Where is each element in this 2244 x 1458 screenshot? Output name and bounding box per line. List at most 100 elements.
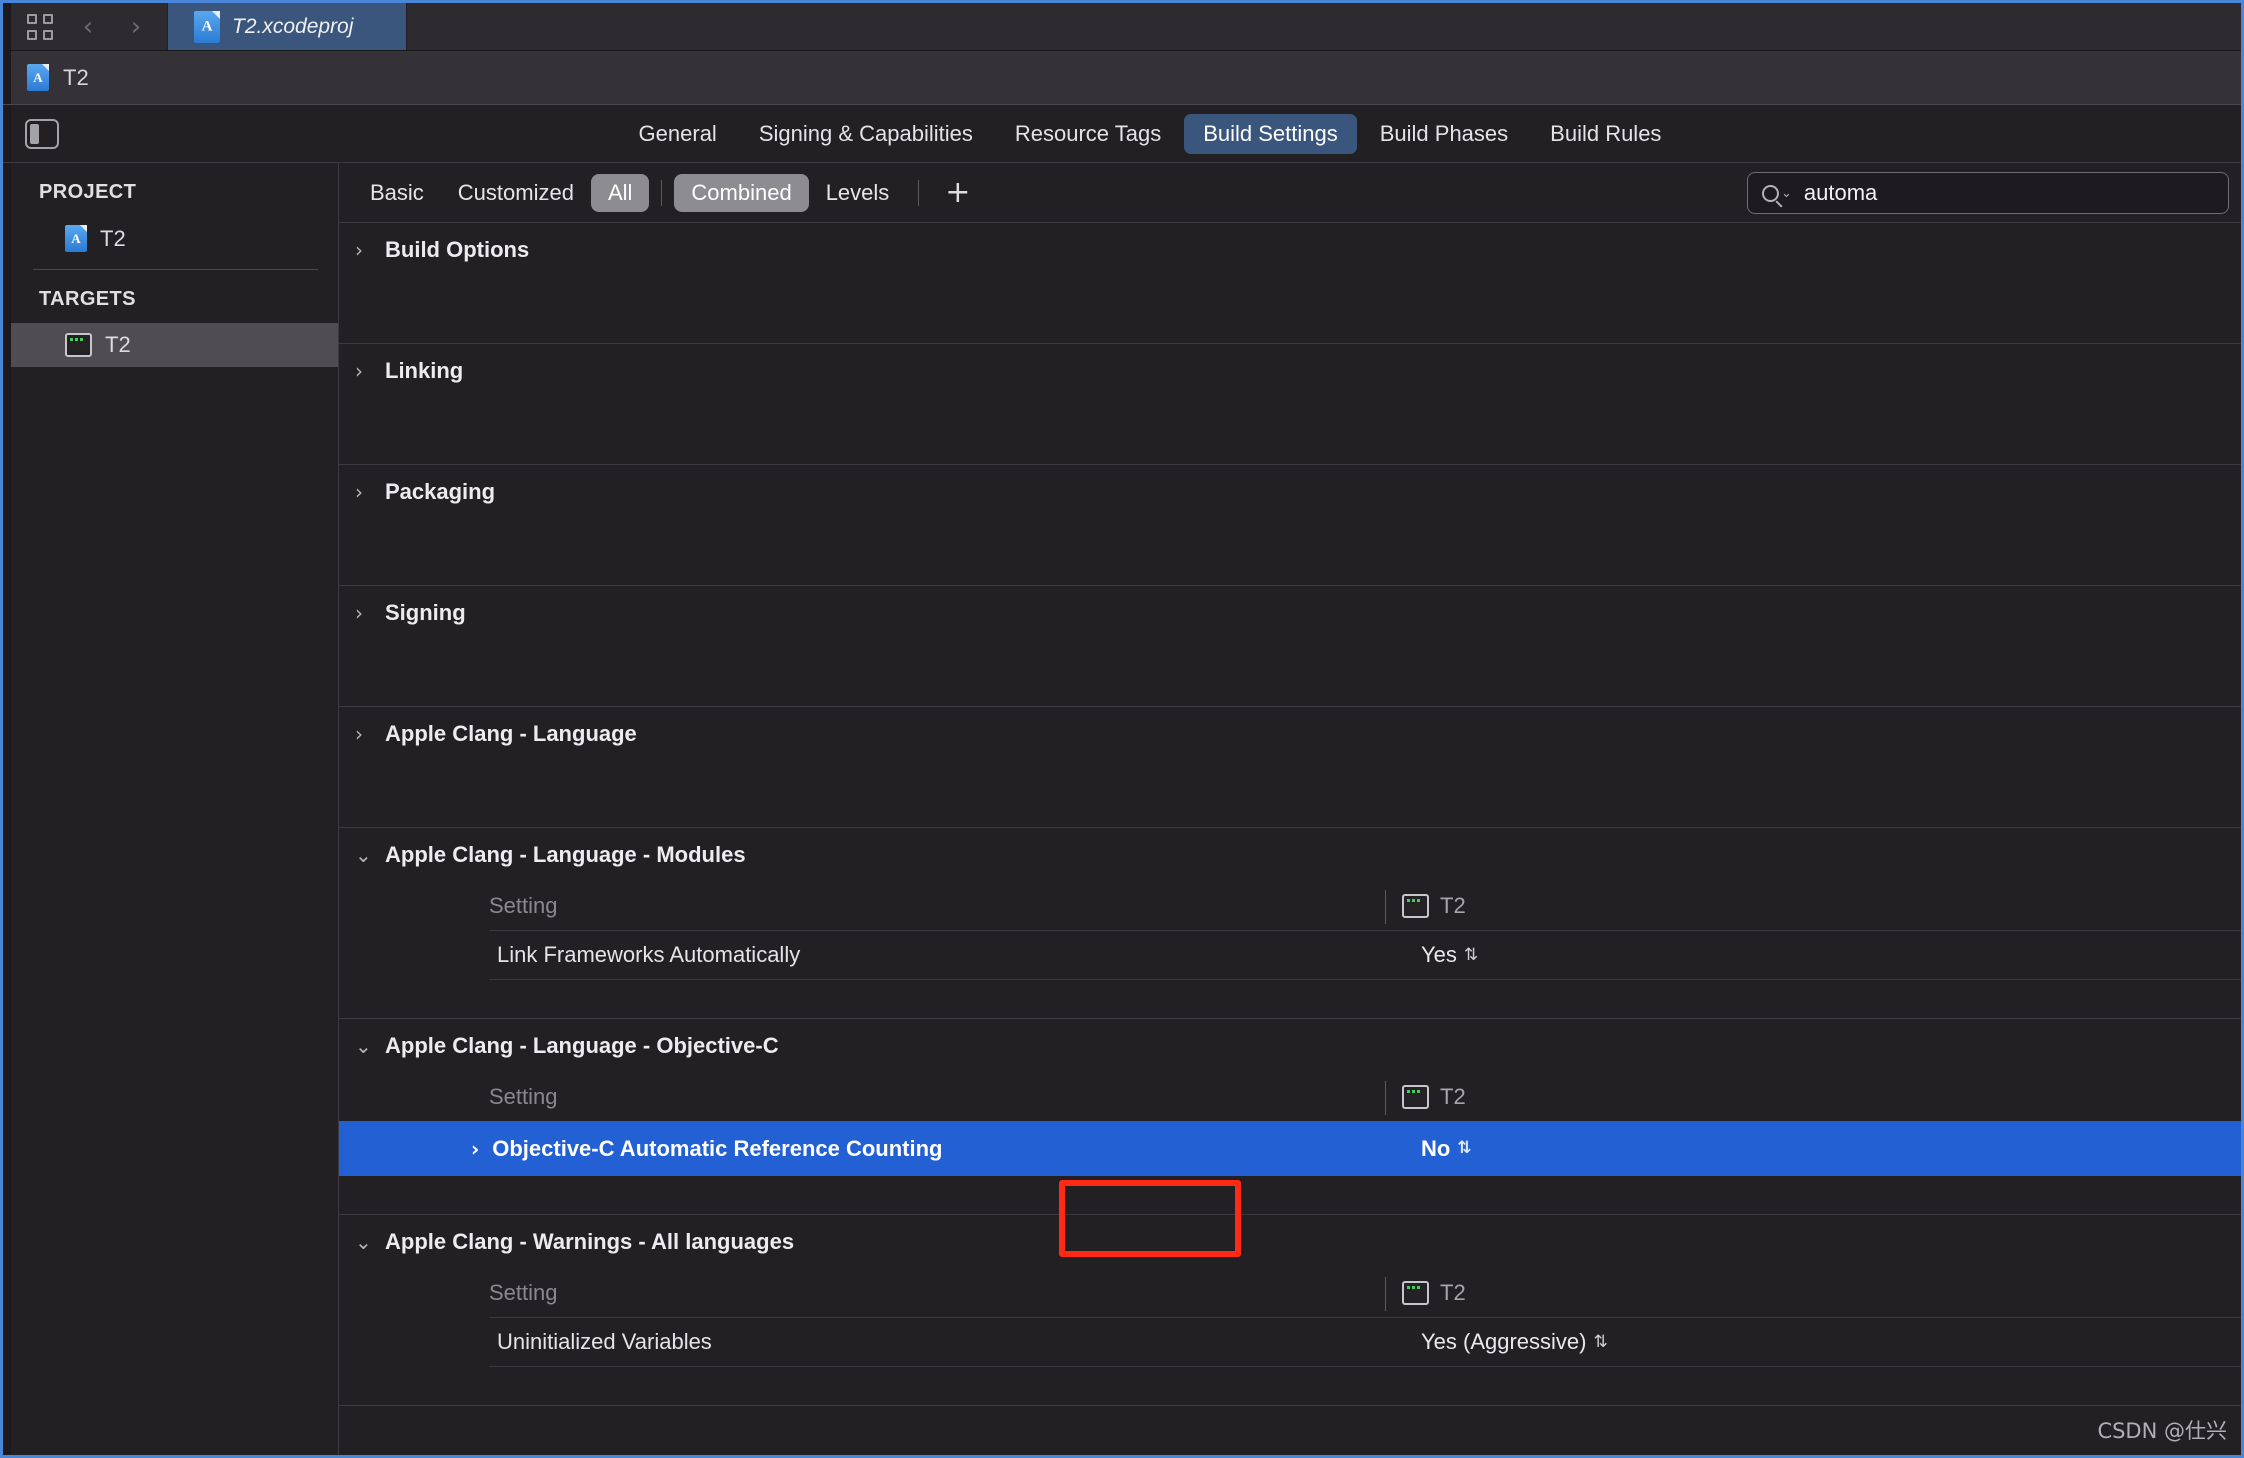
column-header-target: T2: [1385, 890, 1466, 924]
setting-name-text: Objective-C Automatic Reference Counting: [492, 1135, 943, 1161]
search-icon[interactable]: ⌄: [1762, 184, 1792, 202]
section-body-empty: [339, 640, 2241, 706]
column-header-target-label: T2: [1440, 1280, 1466, 1305]
setting-name: Link Frameworks Automatically: [497, 942, 801, 967]
filter-basic[interactable]: Basic: [353, 174, 441, 212]
tab-bar: ‹ › T2.xcodeproj: [3, 3, 2241, 51]
section-title: Build Options: [385, 237, 530, 262]
window-left-edge: [3, 3, 11, 50]
tab-resource-tags[interactable]: Resource Tags: [996, 114, 1180, 154]
section-header[interactable]: › Linking: [339, 344, 2241, 398]
sidebar-item-label: T2: [100, 225, 126, 251]
section-trailing-gap: [339, 1367, 2241, 1405]
section-header[interactable]: › Packaging: [339, 465, 2241, 519]
section-apple-clang-language: › Apple Clang - Language: [339, 707, 2241, 828]
chevron-right-icon[interactable]: ›: [471, 1137, 479, 1161]
sidebar-item-label: T2: [105, 332, 131, 357]
add-setting-button[interactable]: +: [931, 177, 984, 208]
xcodeproj-icon: [27, 64, 49, 91]
section-header[interactable]: ⌄ Apple Clang - Language - Modules: [339, 828, 2241, 882]
section-apple-clang-language-modules: ⌄ Apple Clang - Language - Modules Setti…: [339, 828, 2241, 1019]
sidebar-item-project-t2[interactable]: T2: [3, 216, 338, 261]
editor-tab-label: T2.xcodeproj: [232, 14, 354, 38]
editor-tabs: General Signing & Capabilities Resource …: [3, 105, 2241, 163]
section-title: Linking: [385, 358, 464, 383]
column-header-target-label: T2: [1440, 1084, 1466, 1109]
section-apple-clang-language-objective-c: ⌄ Apple Clang - Language - Objective-C S…: [339, 1019, 2241, 1215]
chevron-down-icon[interactable]: ⌄: [355, 1232, 372, 1252]
tab-signing-capabilities[interactable]: Signing & Capabilities: [740, 114, 992, 154]
chevron-down-icon: ⌄: [1781, 185, 1792, 201]
section-title: Apple Clang - Language - Modules: [385, 842, 746, 867]
setting-value[interactable]: Yes (Aggressive) ⇅: [1421, 1329, 1608, 1355]
tab-build-settings[interactable]: Build Settings: [1184, 113, 1357, 154]
setting-value-text: Yes: [1421, 942, 1457, 967]
chevron-right-icon[interactable]: ›: [355, 361, 371, 381]
column-header-row: Setting T2: [339, 1269, 2241, 1317]
setting-value[interactable]: No ⇅: [1421, 1136, 1472, 1162]
section-header[interactable]: › Apple Clang - Language: [339, 707, 2241, 761]
editor-tab-xcodeproj[interactable]: T2.xcodeproj: [167, 3, 407, 50]
section-build-options: › Build Options: [339, 223, 2241, 344]
section-packaging: › Packaging: [339, 465, 2241, 586]
setting-row-uninitialized-variables[interactable]: Uninitialized Variables Yes (Aggressive)…: [489, 1317, 2241, 1367]
breadcrumb-item-project[interactable]: T2: [11, 64, 89, 91]
breadcrumb: T2: [3, 51, 2241, 105]
filter-customized[interactable]: Customized: [441, 174, 591, 212]
chevron-right-icon[interactable]: ›: [355, 603, 371, 623]
stepper-icon[interactable]: ⇅: [1457, 1140, 1471, 1157]
setting-row-objective-c-automatic-reference-counting[interactable]: › Objective-C Automatic Reference Counti…: [339, 1121, 2241, 1176]
setting-value[interactable]: Yes ⇅: [1421, 942, 1478, 968]
target-terminal-icon: [65, 333, 92, 357]
window-left-edge-3: [3, 105, 11, 162]
grid-icon[interactable]: [27, 13, 53, 40]
stepper-icon[interactable]: ⇅: [1464, 946, 1478, 964]
column-header-target-label: T2: [1440, 893, 1466, 918]
sidebar-header-targets: TARGETS: [39, 288, 136, 310]
section-title: Signing: [385, 600, 466, 625]
column-header-row: Setting T2: [339, 882, 2241, 930]
filter-divider-2: [918, 179, 920, 206]
build-settings-list[interactable]: › Build Options › Linking › Packaging ›: [339, 223, 2241, 1455]
setting-row-link-frameworks-automatically[interactable]: Link Frameworks Automatically Yes ⇅: [489, 930, 2241, 980]
tab-bar-tools: ‹ ›: [11, 3, 167, 50]
column-header-row: Setting T2: [339, 1073, 2241, 1121]
section-header[interactable]: › Signing: [339, 586, 2241, 640]
breadcrumb-label: T2: [63, 64, 89, 90]
xcodeproj-icon: [65, 225, 87, 252]
section-body-empty: [339, 761, 2241, 827]
section-title: Apple Clang - Warnings - All languages: [385, 1229, 795, 1254]
section-title: Packaging: [385, 479, 496, 504]
sidebar-toggle-icon[interactable]: [25, 118, 59, 149]
chevron-right-icon[interactable]: ›: [355, 240, 371, 260]
forward-arrow-icon[interactable]: ›: [123, 14, 149, 40]
editor-tabs-group: General Signing & Capabilities Resource …: [59, 113, 2241, 154]
filter-combined[interactable]: Combined: [674, 173, 809, 212]
xcode-window: ‹ › T2.xcodeproj T2 General Signing & Ca…: [0, 0, 2244, 1458]
section-signing: › Signing: [339, 586, 2241, 707]
watermark: CSDN @仕兴: [2097, 1419, 2227, 1443]
xcodeproj-icon: [194, 10, 220, 43]
tab-build-phases[interactable]: Build Phases: [1361, 114, 1527, 154]
filter-levels[interactable]: Levels: [809, 174, 907, 212]
chevron-right-icon[interactable]: ›: [355, 482, 371, 502]
filter-all[interactable]: All: [590, 173, 650, 212]
tab-general[interactable]: General: [620, 114, 736, 154]
project-sidebar: PROJECT T2 TARGETS T2: [3, 163, 339, 1455]
section-header[interactable]: ⌄ Apple Clang - Warnings - All languages: [339, 1215, 2241, 1269]
stepper-icon[interactable]: ⇅: [1593, 1333, 1607, 1351]
section-body-empty: [339, 277, 2241, 343]
setting-name: › Objective-C Automatic Reference Counti…: [339, 1136, 943, 1162]
section-header[interactable]: › Build Options: [339, 223, 2241, 277]
section-linking: › Linking: [339, 344, 2241, 465]
search-input[interactable]: ⌄ automa: [1747, 172, 2229, 214]
tab-build-rules[interactable]: Build Rules: [1531, 114, 1680, 154]
sidebar-item-target-t2[interactable]: T2: [3, 323, 338, 367]
chevron-down-icon[interactable]: ⌄: [355, 845, 372, 865]
back-arrow-icon[interactable]: ‹: [75, 14, 101, 40]
chevron-right-icon[interactable]: ›: [355, 724, 371, 744]
sidebar-header-project: PROJECT: [39, 181, 137, 203]
section-header[interactable]: ⌄ Apple Clang - Language - Objective-C: [339, 1019, 2241, 1073]
tab-bar-empty-area: [407, 3, 2241, 50]
chevron-down-icon[interactable]: ⌄: [355, 1036, 372, 1056]
